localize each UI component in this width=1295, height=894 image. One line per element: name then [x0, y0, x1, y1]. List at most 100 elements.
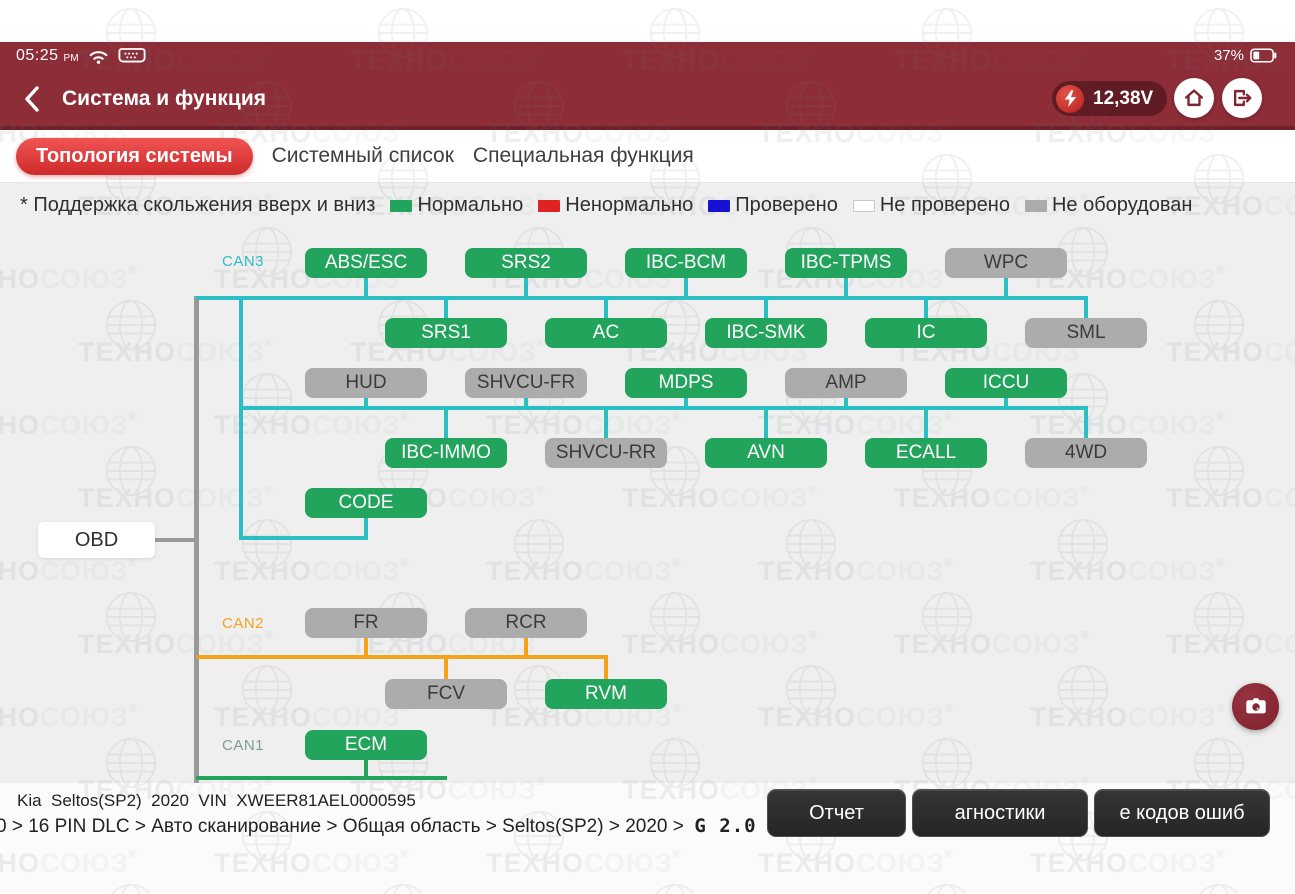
vehicle-summary: Kia Seltos(SP2) 2020 VIN XWEER81AEL00005…: [17, 791, 416, 811]
bus-line: [844, 398, 848, 406]
voltage-value: 12,38V: [1093, 88, 1153, 110]
bus-line: [604, 659, 608, 679]
bus-line: [524, 278, 528, 296]
bus-line: [1004, 278, 1008, 296]
bus-line: [196, 655, 608, 659]
bus-line: [364, 638, 368, 655]
bus-line: [196, 296, 1088, 300]
tab-bar: Топология системы Системный список Специ…: [16, 130, 694, 182]
topology-node-shvcu-fr[interactable]: SHVCU-FR: [465, 368, 587, 398]
legend-swatch: [708, 200, 730, 212]
topology-node-abs-esc[interactable]: ABS/ESC: [305, 248, 427, 278]
clock: 05:25: [16, 47, 59, 65]
system-topology-diagram: * Поддержка скольжения вверх и вниз Норм…: [0, 183, 1295, 783]
topology-node-srs1[interactable]: SRS1: [385, 318, 507, 348]
lightning-icon: [1056, 85, 1084, 113]
topology-node-rcr[interactable]: RCR: [465, 608, 587, 638]
battery-percent: 37%: [1214, 47, 1244, 64]
legend-swatch: [853, 200, 875, 212]
legend-note: * Поддержка скольжения вверх и вниз: [20, 194, 375, 217]
bus-line: [444, 300, 448, 318]
bus-line: [1084, 410, 1088, 438]
legend-item: Проверено: [708, 194, 838, 217]
legend-swatch: [390, 200, 412, 212]
topology-node-rvm[interactable]: RVM: [545, 679, 667, 709]
bus-line: [239, 536, 368, 540]
battery-icon: [1250, 48, 1277, 63]
bus-line: [1004, 398, 1008, 406]
topology-node-srs2[interactable]: SRS2: [465, 248, 587, 278]
topology-node-obd[interactable]: OBD: [38, 522, 155, 558]
bus-line: [364, 398, 368, 406]
topology-node-ibc-smk[interactable]: IBC-SMK: [705, 318, 827, 348]
bus-line: [924, 410, 928, 438]
topology-node-ibc-immo[interactable]: IBC-IMMO: [385, 438, 507, 468]
breadcrumb: 0 > 16 PIN DLC > Авто сканирование > Общ…: [0, 815, 806, 838]
topology-node-hud[interactable]: HUD: [305, 368, 427, 398]
exit-icon: [1231, 87, 1253, 109]
bus-line: [364, 518, 368, 536]
topology-node-wpc[interactable]: WPC: [945, 248, 1067, 278]
bus-line: [364, 278, 368, 296]
legend-item: Не проверено: [853, 194, 1010, 217]
tab-system-list[interactable]: Системный список: [272, 144, 454, 168]
topology-node-ecall[interactable]: ECALL: [865, 438, 987, 468]
battery-voltage-badge[interactable]: 12,38V: [1052, 81, 1167, 116]
topology-node-amp[interactable]: AMP: [785, 368, 907, 398]
topology-node-ecm[interactable]: ECM: [305, 730, 427, 760]
screenshot-button[interactable]: [1232, 683, 1279, 730]
bus-line: [524, 638, 528, 655]
home-icon: [1183, 87, 1205, 109]
vehicle-info-bar: Kia Seltos(SP2) 2020 VIN XWEER81AEL00005…: [0, 783, 1295, 894]
topology-node-ibc-tpms[interactable]: IBC-TPMS: [785, 248, 907, 278]
topology-node-ac[interactable]: AC: [545, 318, 667, 348]
bus-line: [604, 300, 608, 318]
bus-line: [764, 300, 768, 318]
bus-label-can3: CAN3: [222, 253, 264, 270]
legend-label: Проверено: [735, 194, 838, 217]
topology-node-4wd[interactable]: 4WD: [1025, 438, 1147, 468]
legend-label: Не проверено: [880, 194, 1010, 217]
topology-node-code[interactable]: CODE: [305, 488, 427, 518]
legend-item: Ненормально: [538, 194, 693, 217]
legend-swatch: [1025, 200, 1047, 212]
bus-line: [684, 398, 688, 406]
tab-system-topology[interactable]: Топология системы: [16, 138, 253, 175]
report-button[interactable]: Отчет: [767, 789, 906, 837]
read-fault-codes-button[interactable]: е кодов ошиб: [1094, 789, 1270, 837]
bus-label-can2: CAN2: [222, 615, 264, 632]
topology-node-mdps[interactable]: MDPS: [625, 368, 747, 398]
legend-label: Ненормально: [565, 194, 693, 217]
legend-label: Нормально: [417, 194, 523, 217]
legend: * Поддержка скольжения вверх и вниз Норм…: [20, 194, 1192, 217]
tab-special-function[interactable]: Специальная функция: [473, 144, 694, 168]
bus-line: [444, 410, 448, 438]
legend-label: Не оборудован: [1052, 194, 1192, 217]
legend-item: Не оборудован: [1025, 194, 1192, 217]
topology-node-fr[interactable]: FR: [305, 608, 427, 638]
bus-line: [844, 278, 848, 296]
bus-line: [444, 659, 448, 679]
legend-swatch: [538, 200, 560, 212]
bus-line: [924, 300, 928, 318]
exit-button[interactable]: [1222, 78, 1262, 118]
bus-line: [764, 410, 768, 438]
topology-node-iccu[interactable]: ICCU: [945, 368, 1067, 398]
bus-line: [364, 760, 368, 776]
status-right: 37%: [1214, 47, 1277, 64]
topology-node-ibc-bcm[interactable]: IBC-BCM: [625, 248, 747, 278]
obd-connector-icon: [118, 47, 146, 65]
topology-node-ic[interactable]: IC: [865, 318, 987, 348]
back-button[interactable]: [20, 84, 50, 116]
diagnostics-button[interactable]: агностики: [912, 789, 1088, 837]
topology-node-fcv[interactable]: FCV: [385, 679, 507, 709]
topology-node-avn[interactable]: AVN: [705, 438, 827, 468]
page-title: Система и функция: [62, 87, 266, 111]
topology-node-sml[interactable]: SML: [1025, 318, 1147, 348]
bus-line: [1084, 300, 1088, 318]
status-left: 05:25PM: [16, 47, 146, 65]
topology-node-shvcu-rr[interactable]: SHVCU-RR: [545, 438, 667, 468]
legend-item: Нормально: [390, 194, 523, 217]
bus-label-can1: CAN1: [222, 737, 264, 754]
home-button[interactable]: [1174, 78, 1214, 118]
